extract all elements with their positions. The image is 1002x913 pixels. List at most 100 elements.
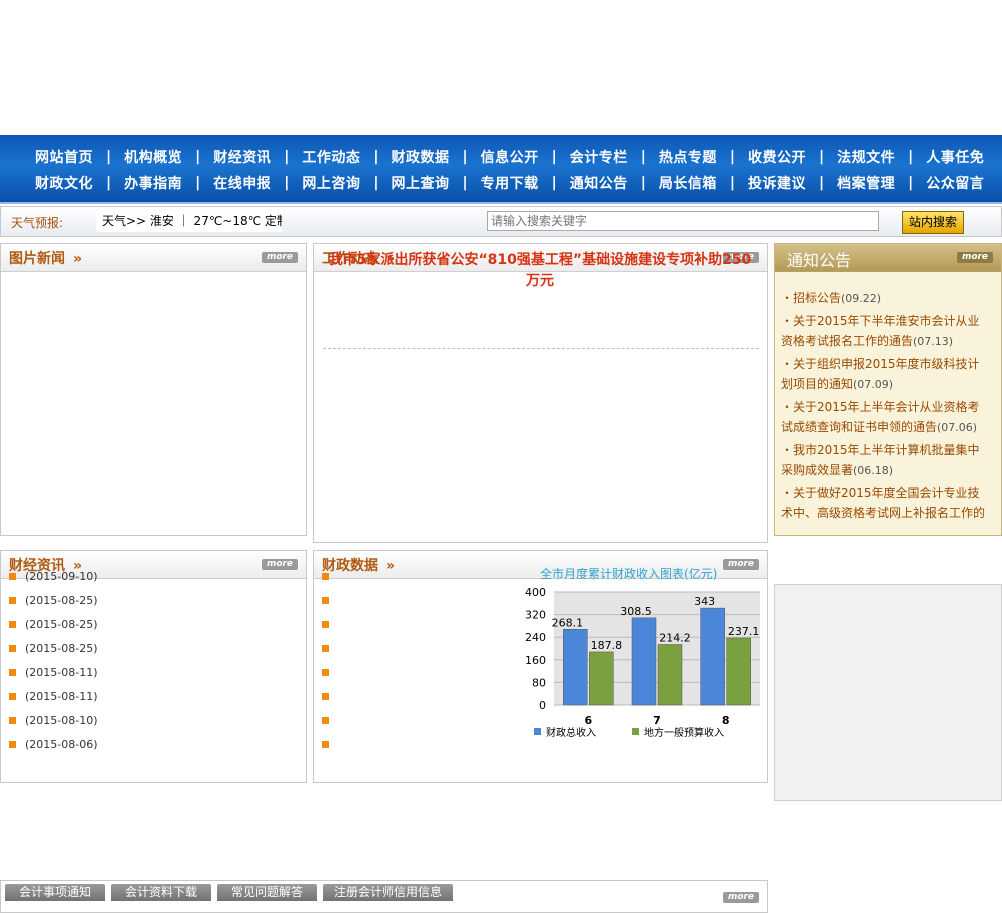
finance-data-item[interactable] (322, 613, 338, 637)
notice-item-date: (07.13) (913, 335, 954, 348)
nav-item[interactable]: 局长信箱 (646, 173, 730, 193)
nav-item[interactable]: 热点专题 (646, 147, 730, 167)
work-news-panel: 工作动态» more 我市5家派出所获省公安“810强基工程”基础设施建设专项补… (313, 243, 768, 543)
nav-row-1: 网站首页 | 机构概览 | 财经资讯 | 工作动态 | 财政数据 | 信息公开 | 会计专栏 | 热点专题 |… (22, 144, 1002, 170)
nav-item[interactable]: 网上查询 (379, 173, 463, 193)
tab-accounting-downloads[interactable]: 会计资料下载 (111, 884, 211, 901)
notice-panel: 通知公告 more ・招标公告(09.22) ・关于2015年下半年淮安市会计从业… (774, 243, 1002, 536)
nav-item[interactable]: 办事指南 (111, 173, 195, 193)
nav-item[interactable]: 机构概览 (111, 147, 195, 167)
finance-news-date: (2015-08-25) (25, 642, 98, 655)
tab-cpa-credit[interactable]: 注册会计师信用信息 (323, 884, 453, 901)
finance-news-item[interactable]: (2015-08-11) (9, 661, 98, 685)
revenue-chart: 全市月度累计财政收入图表(亿元) 0 80 160 240 320 400 268.1 187.… (525, 566, 760, 739)
bar-data-label: 237.1 (728, 625, 760, 638)
nav-item[interactable]: 公众留言 (913, 173, 997, 193)
main-nav: 网站首页 | 机构概览 | 财经资讯 | 工作动态 | 财政数据 | 信息公开 | 会计专栏 | 热点专题 |… (0, 135, 1002, 204)
more-button[interactable]: more (957, 252, 993, 263)
weather-label: 天气预报: (11, 216, 64, 230)
bar-local-budget (726, 637, 751, 706)
legend-swatch (534, 728, 541, 735)
bar-data-label: 343 (694, 595, 715, 608)
finance-data-item[interactable] (322, 637, 338, 661)
legend-label: 地方一般预算收入 (644, 726, 724, 739)
bullet-icon (322, 572, 329, 580)
work-headline-link[interactable]: 我市5家派出所获省公安“810强基工程”基础设施建设专项补助250万元 (322, 250, 758, 292)
bullet-icon (9, 692, 16, 700)
nav-item[interactable]: 在线申报 (200, 173, 284, 193)
x-tick-label: 7 (653, 714, 661, 727)
nav-item[interactable]: 法规文件 (824, 147, 908, 167)
finance-data-item[interactable] (322, 661, 338, 685)
bullet-icon (9, 572, 16, 580)
notice-item[interactable]: ・关于2015年下半年淮安市会计从业资格考试报名工作的通告(07.13) (781, 311, 987, 352)
y-tick-label: 0 (539, 699, 546, 712)
site-search-button[interactable]: 站内搜索 (902, 211, 964, 234)
nav-item[interactable]: 网站首页 (22, 147, 106, 167)
nav-item[interactable]: 信息公开 (468, 147, 552, 167)
bullet-icon (9, 644, 16, 652)
nav-item[interactable]: 财政数据 (379, 147, 463, 167)
finance-news-date: (2015-08-10) (25, 714, 98, 727)
notice-item[interactable]: ・我市2015年上半年计算机批量集中采购成效显著(06.18) (781, 440, 987, 481)
bar-data-label: 187.8 (591, 639, 623, 652)
notice-item[interactable]: ・关于2015年上半年会计从业资格考试成绩查询和证书申领的通告(07.06) (781, 397, 987, 438)
notice-item[interactable]: ・关于组织申报2015年度市级科技计划项目的通知(07.09) (781, 354, 987, 395)
finance-data-list (322, 565, 338, 757)
chart-title: 全市月度累计财政收入图表(亿元) (540, 566, 717, 581)
panel-header: 图片新闻 » more (1, 244, 306, 272)
panel-header: 通知公告 more (775, 244, 1001, 272)
notice-item-title: ・关于做好2015年度全国会计专业技术中、高级资格考试网上补报名工作的通告 (781, 486, 986, 520)
finance-data-item[interactable] (322, 709, 338, 733)
notice-item-date: (09.22) (841, 292, 882, 305)
nav-item[interactable]: 专用下载 (468, 173, 552, 193)
divider (323, 348, 759, 349)
nav-item[interactable]: 通知公告 (557, 173, 641, 193)
finance-news-list: (2015-09-10) (2015-08-25) (2015-08-25) (201… (9, 565, 98, 757)
finance-data-item[interactable] (322, 685, 338, 709)
finance-news-item[interactable]: (2015-08-25) (9, 613, 98, 637)
nav-item[interactable]: 财政文化 (22, 173, 106, 193)
finance-news-date: (2015-08-11) (25, 690, 98, 703)
notice-item-title: ・招标公告 (781, 291, 842, 305)
finance-news-item[interactable]: (2015-08-10) (9, 709, 98, 733)
legend-label: 财政总收入 (546, 726, 596, 739)
photo-news-title: 图片新闻 (9, 251, 65, 267)
finance-news-item[interactable]: (2015-08-25) (9, 589, 98, 613)
nav-item[interactable]: 收费公开 (735, 147, 819, 167)
finance-news-item[interactable]: (2015-09-10) (9, 565, 98, 589)
nav-item[interactable]: 网上咨询 (289, 173, 373, 193)
more-button[interactable]: more (723, 892, 759, 903)
finance-data-item[interactable] (322, 733, 338, 757)
bar-data-label: 308.5 (620, 605, 652, 618)
notice-item[interactable]: ・关于做好2015年度全国会计专业技术中、高级资格考试网上补报名工作的通告(06… (781, 483, 987, 526)
bullet-icon (9, 596, 16, 604)
nav-item[interactable]: 工作动态 (289, 147, 373, 167)
more-button[interactable]: more (262, 252, 298, 263)
nav-item[interactable]: 投诉建议 (735, 173, 819, 193)
search-input[interactable] (487, 211, 879, 231)
notice-item[interactable]: ・招标公告(09.22) (781, 288, 987, 309)
weather-widget[interactable]: 天气>> 淮安 ｜ 27℃~18℃ 定制 (96, 211, 282, 232)
finance-data-item[interactable] (322, 589, 338, 613)
finance-data-item[interactable] (322, 565, 338, 589)
finance-news-date: (2015-09-10) (25, 570, 98, 583)
bullet-icon (9, 668, 16, 676)
bullet-icon (322, 692, 329, 700)
tab-accounting-notices[interactable]: 会计事项通知 (5, 884, 105, 901)
bullet-icon (9, 716, 16, 724)
notice-list: ・招标公告(09.22) ・关于2015年下半年淮安市会计从业资格考试报名工作的通… (781, 288, 987, 526)
finance-news-item[interactable]: (2015-08-25) (9, 637, 98, 661)
more-button[interactable]: more (262, 559, 298, 570)
nav-item[interactable]: 财经资讯 (200, 147, 284, 167)
nav-item[interactable]: 档案管理 (824, 173, 908, 193)
finance-news-item[interactable]: (2015-08-06) (9, 733, 98, 757)
tab-faq[interactable]: 常见问题解答 (217, 884, 317, 901)
y-tick-label: 320 (525, 609, 546, 622)
nav-item[interactable]: 人事任免 (913, 147, 997, 167)
notice-item-date: (07.06) (937, 421, 978, 434)
bullet-icon (322, 668, 329, 676)
nav-item[interactable]: 会计专栏 (557, 147, 641, 167)
bullet-icon (322, 716, 329, 724)
finance-news-item[interactable]: (2015-08-11) (9, 685, 98, 709)
